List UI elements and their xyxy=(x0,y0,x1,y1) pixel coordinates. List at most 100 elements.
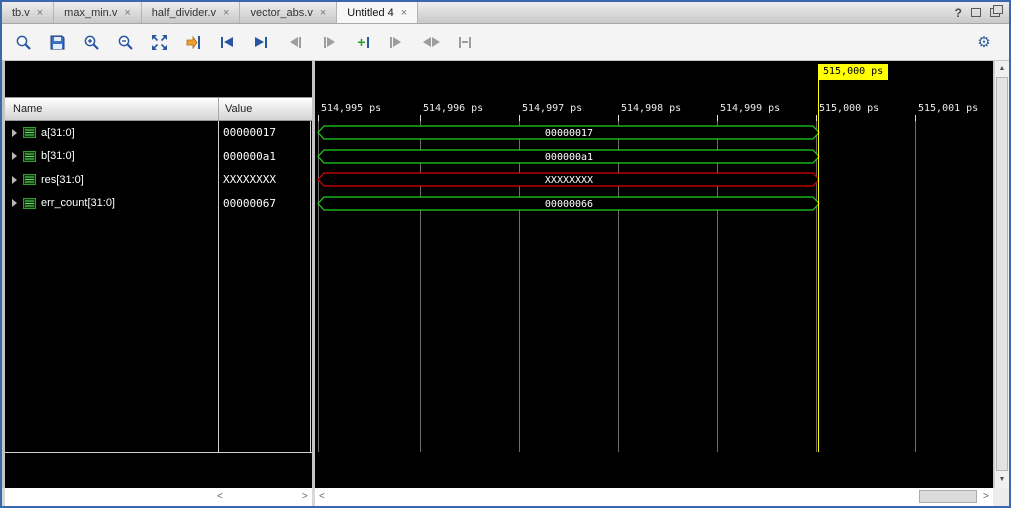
close-icon[interactable]: × xyxy=(124,7,130,19)
bus-waveform-err-count: 00000066 xyxy=(317,196,821,211)
expand-chevron-icon[interactable] xyxy=(12,176,17,184)
tab-label: max_min.v xyxy=(64,7,117,19)
go-to-last-time-button[interactable] xyxy=(244,28,278,56)
zoom-fit-button[interactable] xyxy=(142,28,176,56)
expand-chevron-icon[interactable] xyxy=(12,129,17,137)
gridline xyxy=(717,121,718,452)
bus-signal-icon xyxy=(23,198,36,209)
bus-waveform-b: 000000a1 xyxy=(317,149,821,164)
tab-label: half_divider.v xyxy=(152,7,216,19)
expand-chevron-icon[interactable] xyxy=(12,152,17,160)
waveform-main-area: Name Value a[31:0] 00000017 b[31:0] 0000… xyxy=(2,61,1009,488)
go-to-cursor-icon xyxy=(390,37,404,48)
tick-mark xyxy=(420,115,421,121)
tab-max-min-v[interactable]: max_min.v × xyxy=(54,2,142,23)
tab-label: vector_abs.v xyxy=(250,7,312,19)
close-icon[interactable]: × xyxy=(223,7,229,19)
save-wave-config-button[interactable] xyxy=(40,28,74,56)
signal-value: XXXXXXXX xyxy=(223,173,276,186)
zoom-out-button[interactable] xyxy=(108,28,142,56)
tick-mark xyxy=(519,115,520,121)
tab-tb-v[interactable]: tb.v × xyxy=(2,2,54,23)
go-to-time-0-icon xyxy=(221,37,233,48)
signal-row-res[interactable]: res[31:0] XXXXXXXX xyxy=(5,168,312,192)
snap-to-transition-icon xyxy=(459,37,471,48)
bus-value-label: 000000a1 xyxy=(545,152,593,163)
gridline xyxy=(519,121,520,452)
close-icon[interactable]: × xyxy=(37,7,43,19)
column-splitter[interactable] xyxy=(218,98,219,120)
signal-name: a[31:0] xyxy=(41,127,75,139)
zoom-fit-icon xyxy=(151,34,168,51)
help-icon[interactable]: ? xyxy=(955,6,962,20)
scroll-down-icon[interactable]: ▼ xyxy=(995,472,1009,488)
add-marker-button[interactable]: + xyxy=(346,28,380,56)
signal-row-b[interactable]: b[31:0] 000000a1 xyxy=(5,145,312,169)
vertical-scrollbar-thumb[interactable] xyxy=(996,77,1008,471)
close-icon[interactable]: × xyxy=(401,7,407,19)
vertical-scrollbar[interactable]: ▲ ▼ xyxy=(994,61,1009,488)
zoom-in-at-cursor-button[interactable] xyxy=(176,28,210,56)
time-tick-label: 515,001 ps xyxy=(918,103,978,114)
bus-signal-icon xyxy=(23,151,36,162)
bus-value-label: 00000066 xyxy=(545,199,593,210)
zoom-in-icon xyxy=(83,34,100,51)
signal-row-a[interactable]: a[31:0] 00000017 xyxy=(5,121,312,145)
tab-half-divider-v[interactable]: half_divider.v × xyxy=(142,2,241,23)
go-to-time-0-button[interactable] xyxy=(210,28,244,56)
zoom-out-icon xyxy=(117,34,134,51)
tab-vector-abs-v[interactable]: vector_abs.v × xyxy=(240,2,337,23)
signals-panel: Name Value a[31:0] 00000017 b[31:0] 0000… xyxy=(5,61,312,488)
scroll-right-icon[interactable]: > xyxy=(302,488,308,506)
scroll-left-icon[interactable]: < xyxy=(217,488,223,506)
tick-mark xyxy=(816,115,817,121)
tab-label: Untitled 4 xyxy=(347,7,393,19)
scroll-right-icon[interactable]: > xyxy=(983,488,989,506)
snap-to-transition-button[interactable] xyxy=(448,28,482,56)
add-marker-icon: + xyxy=(357,37,368,48)
waveform-horizontal-scrollbar[interactable]: < > xyxy=(315,488,993,506)
time-tick-label: 514,996 ps xyxy=(423,103,483,114)
name-column-header: Name xyxy=(13,103,42,115)
go-to-last-time-icon xyxy=(255,37,267,48)
tick-mark xyxy=(915,115,916,121)
maximize-window-icon[interactable] xyxy=(990,8,1000,17)
tick-mark xyxy=(318,115,319,121)
horizontal-scrollbar-thumb[interactable] xyxy=(919,490,977,503)
signals-panel-header: Name Value xyxy=(5,97,312,121)
tick-mark xyxy=(717,115,718,121)
signals-horizontal-scrollbar[interactable]: < > xyxy=(5,488,312,506)
bus-signal-icon xyxy=(23,174,36,185)
gridline xyxy=(816,121,817,452)
settings-button[interactable]: ⚙ xyxy=(967,28,1001,56)
swap-cursors-icon xyxy=(423,37,440,47)
signal-value: 00000067 xyxy=(223,197,276,210)
bus-waveform-a: 00000017 xyxy=(317,125,821,140)
waveform-canvas[interactable]: 514,995 ps 514,996 ps 514,997 ps 514,998… xyxy=(315,61,993,488)
scroll-up-icon[interactable]: ▲ xyxy=(995,61,1009,77)
time-cursor[interactable] xyxy=(818,80,819,452)
time-tick-label: 515,000 ps xyxy=(819,103,879,114)
signal-row-err-count[interactable]: err_count[31:0] 00000067 xyxy=(5,192,312,216)
next-transition-icon xyxy=(324,37,335,48)
time-tick-label: 514,997 ps xyxy=(522,103,582,114)
close-icon[interactable]: × xyxy=(320,7,326,19)
cursor-time-badge: 515,000 ps xyxy=(818,64,888,80)
previous-transition-icon xyxy=(290,37,301,48)
zoom-in-button[interactable] xyxy=(74,28,108,56)
tab-untitled-4[interactable]: Untitled 4 × xyxy=(337,2,418,23)
zoom-in-at-cursor-icon xyxy=(185,34,202,51)
next-transition-button[interactable] xyxy=(312,28,346,56)
previous-transition-button[interactable] xyxy=(278,28,312,56)
swap-cursors-button[interactable] xyxy=(414,28,448,56)
float-window-icon[interactable] xyxy=(971,8,981,17)
time-tick-label: 514,995 ps xyxy=(321,103,381,114)
signal-name: err_count[31:0] xyxy=(41,197,115,209)
find-button[interactable] xyxy=(6,28,40,56)
signal-name: b[31:0] xyxy=(41,150,75,162)
scroll-left-icon[interactable]: < xyxy=(319,488,325,506)
expand-chevron-icon[interactable] xyxy=(12,199,17,207)
bus-waveform-res: XXXXXXXX xyxy=(317,172,821,187)
go-to-cursor-button[interactable] xyxy=(380,28,414,56)
gridline xyxy=(318,121,319,452)
